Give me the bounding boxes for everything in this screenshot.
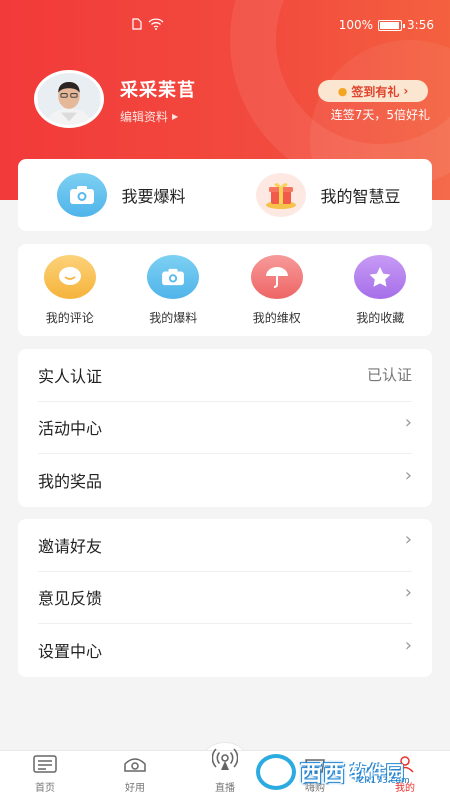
wisdom-beans-button[interactable]: 我的智慧豆 [225, 159, 432, 231]
my-comments-label: 我的评论 [45, 310, 94, 325]
signin-subtitle: 连签7天，5倍好礼 [330, 108, 430, 122]
wisdom-beans-label: 我的智慧豆 [320, 187, 401, 206]
my-rights-label: 我的维权 [252, 310, 301, 325]
chevron-right-icon: › [404, 529, 412, 551]
clock: 3:56 [407, 18, 434, 32]
tab-label: 直播 [215, 783, 235, 794]
my-reports-label: 我的爆料 [149, 310, 198, 325]
list-item-label: 我的奖品 [38, 472, 103, 492]
list-item-label: 意见反馈 [38, 589, 103, 609]
bird-icon: ● [337, 84, 348, 98]
tab-label: 首页 [35, 783, 55, 794]
report-news-label: 我要爆料 [121, 187, 186, 206]
camera-icon [147, 254, 200, 299]
settings-list-card: 邀请好友 › 意见反馈 › 设置中心 › [18, 519, 432, 677]
list-item-settings[interactable]: 设置中心 › [38, 624, 412, 677]
comment-icon [43, 254, 96, 299]
list-item-label: 设置中心 [38, 642, 103, 662]
account-list-card: 实人认证 已认证 活动中心 › 我的奖品 › [18, 349, 432, 507]
edit-profile-link[interactable]: 编辑资料 ▶ [120, 108, 178, 125]
watermark-c-icon [256, 754, 296, 790]
watermark-domain: CR173.com [358, 776, 410, 786]
eye-icon [123, 755, 147, 776]
edit-profile-label: 编辑资料 [120, 110, 169, 124]
watermark-logo: 西西 软件园 [256, 752, 434, 792]
avatar[interactable] [34, 70, 104, 128]
list-item-label: 实人认证 [38, 366, 103, 386]
chevron-right-icon: › [404, 411, 412, 433]
list-item-activity-center[interactable]: 活动中心 › [38, 402, 412, 455]
my-comments-button[interactable]: 我的评论 [18, 244, 122, 336]
chevron-right-icon: › [403, 84, 409, 98]
list-item-my-prizes[interactable]: 我的奖品 › [38, 454, 412, 507]
battery-percent: 100% [338, 18, 374, 32]
tab-label: 好用 [125, 783, 145, 794]
my-favorites-button[interactable]: 我的收藏 [329, 244, 433, 336]
watermark-brand: 西西 [300, 762, 347, 787]
star-icon [354, 254, 407, 299]
tab-home[interactable]: 首页 [0, 751, 90, 800]
chevron-right-icon: › [404, 464, 412, 486]
status-bar: 100% 3:56 [0, 0, 450, 52]
sim-icon [132, 18, 142, 33]
my-features-card: 我的评论 我的爆料 我的维权 我的收藏 [18, 244, 432, 336]
caret-right-icon: ▶ [172, 112, 179, 121]
verification-status: 已认证 [366, 366, 412, 385]
signin-label: 签到有礼 [351, 84, 400, 99]
list-item-invite-friends[interactable]: 邀请好友 › [38, 519, 412, 572]
camera-icon [57, 173, 108, 217]
umbrella-icon [250, 254, 303, 299]
signin-reward-button[interactable]: ● 签到有礼 › [318, 80, 428, 102]
live-icon [211, 747, 239, 776]
chevron-right-icon: › [404, 634, 412, 656]
battery-icon [378, 19, 406, 31]
tab-useful[interactable]: 好用 [90, 751, 180, 800]
list-item-feedback[interactable]: 意见反馈 › [38, 572, 412, 625]
quick-actions-card: 我要爆料 我的智慧豆 [18, 159, 432, 231]
home-icon [33, 755, 57, 776]
report-news-button[interactable]: 我要爆料 [18, 159, 225, 231]
my-favorites-label: 我的收藏 [356, 310, 405, 325]
gift-icon [256, 173, 307, 217]
my-reports-button[interactable]: 我的爆料 [122, 244, 226, 336]
list-item-identity-verification[interactable]: 实人认证 已认证 [38, 349, 412, 402]
chevron-right-icon: › [404, 581, 412, 603]
list-item-label: 邀请好友 [38, 536, 103, 556]
my-rights-button[interactable]: 我的维权 [225, 244, 329, 336]
username: 采采苿苢 [120, 80, 196, 101]
list-item-label: 活动中心 [38, 419, 103, 439]
wifi-icon [148, 18, 164, 33]
